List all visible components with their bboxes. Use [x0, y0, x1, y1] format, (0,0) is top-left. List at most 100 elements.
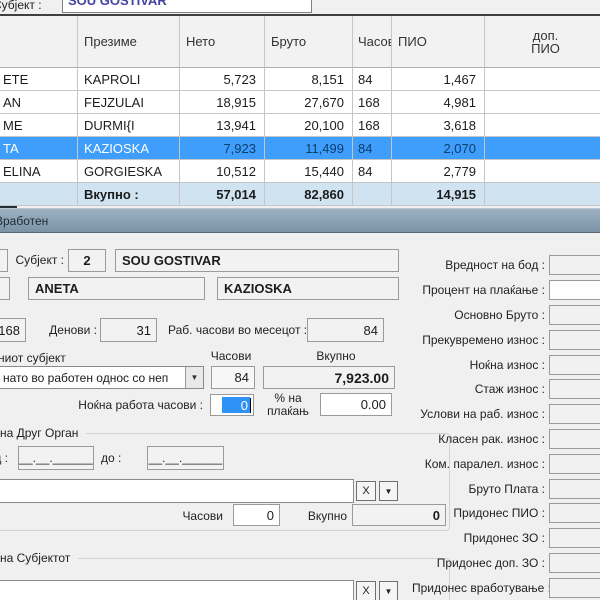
cut-field-left-1[interactable]	[0, 249, 8, 272]
total-pio: 14,915	[392, 183, 485, 206]
base-gross-field[interactable]	[549, 305, 600, 325]
cell-hours[interactable]: 84	[353, 68, 392, 91]
employment-relation-combobox[interactable]: нато во работен однос со неп ▼	[0, 366, 204, 389]
cell-bruto[interactable]: 15,440	[265, 160, 353, 183]
cell-neto[interactable]: 18,915	[180, 91, 265, 114]
cell-dop-pio[interactable]	[485, 91, 600, 114]
cell-bruto[interactable]: 8,151	[265, 68, 353, 91]
main-hours-field[interactable]: 84	[211, 366, 255, 389]
days-field[interactable]: 31	[100, 318, 157, 342]
total-neto: 57,014	[180, 183, 265, 206]
header-dop-pio[interactable]: доп. ПИО	[485, 16, 600, 68]
total-hours-field[interactable]: 168	[0, 318, 26, 342]
night-hours-input[interactable]: 0	[210, 394, 254, 416]
other-organ-combobox[interactable]	[0, 479, 354, 503]
cell-name[interactable]: ELINA	[0, 160, 78, 183]
subject-number-field[interactable]: 2	[68, 249, 106, 272]
last-name-field[interactable]: KAZIOSKA	[217, 277, 399, 300]
cell-surname[interactable]: FEJZULAI	[78, 91, 180, 114]
cell-neto[interactable]: 10,512	[180, 160, 265, 183]
table-row[interactable]: ETE KAPROLI 5,723 8,151 84 1,467	[0, 68, 600, 91]
clear-button-2[interactable]: X	[356, 581, 376, 600]
table-row[interactable]: ELINA GORGIESKA 10,512 15,440 84 2,779	[0, 160, 600, 183]
pct-field[interactable]: 0.00	[320, 393, 392, 416]
cell-surname[interactable]: DURMI{I	[78, 114, 180, 137]
parallel-amount-field[interactable]	[549, 454, 600, 474]
night-amount-field[interactable]	[549, 355, 600, 375]
employment-contribution-field[interactable]	[549, 578, 600, 598]
first-name-field[interactable]: ANETA	[28, 277, 205, 300]
dop-zo-contribution-field[interactable]	[549, 553, 600, 573]
chevron-down-icon[interactable]: ▼	[185, 367, 203, 388]
cell-dop-pio[interactable]	[485, 160, 600, 183]
subject-label: Субјект :	[8, 253, 64, 267]
seniority-amount-field[interactable]	[549, 379, 600, 399]
cell-dop-pio[interactable]	[485, 114, 600, 137]
cell-name[interactable]: ME	[0, 114, 78, 137]
header-dop-line2: ПИО	[531, 42, 560, 55]
panel-row: Вредност на бод :	[412, 253, 600, 278]
cell-dop-pio[interactable]	[485, 137, 600, 160]
table-row[interactable]: AN FEJZULAI 18,915 27,670 168 4,981	[0, 91, 600, 114]
cell-name[interactable]: ETE	[0, 68, 78, 91]
base-gross-label: Основно Бруто :	[412, 308, 545, 322]
cell-bruto[interactable]: 11,499	[265, 137, 353, 160]
table-total-row: Вкупно : 57,014 82,860 14,915	[0, 183, 600, 206]
cell-surname[interactable]: GORGIESKA	[78, 160, 180, 183]
employee-table: Презиме Нето Бруто Часов ПИО доп. ПИО ET…	[0, 16, 600, 206]
subject-name-field[interactable]: SOU GOSTIVAR	[115, 249, 399, 272]
gross-salary-field[interactable]	[549, 479, 600, 499]
subject-combobox[interactable]	[0, 580, 354, 600]
total-bruto: 82,860	[265, 183, 353, 206]
table-row-selected[interactable]: TA KAZIOSKA 7,923 11,499 84 2,070	[0, 137, 600, 160]
cell-surname[interactable]: KAPROLI	[78, 68, 180, 91]
header-bruto[interactable]: Бруто	[265, 16, 353, 68]
cell-hours[interactable]: 168	[353, 91, 392, 114]
header-pio[interactable]: ПИО	[392, 16, 485, 68]
other-hours-field[interactable]: 0	[233, 504, 280, 526]
cell-name[interactable]: TA	[0, 137, 78, 160]
top-subject-field[interactable]: SOU GOSTIVAR	[62, 0, 312, 13]
zo-contribution-field[interactable]	[549, 528, 600, 548]
cell-name[interactable]: AN	[0, 91, 78, 114]
class-mgmt-amount-field[interactable]	[549, 429, 600, 449]
point-value-field[interactable]	[549, 255, 600, 275]
work-conditions-amount-field[interactable]	[549, 404, 600, 424]
cell-dop-pio[interactable]	[485, 68, 600, 91]
table-row[interactable]: ME DURMI{I 13,941 20,100 168 3,618	[0, 114, 600, 137]
header-hours[interactable]: Часов	[353, 16, 392, 68]
month-hours-field[interactable]: 84	[307, 318, 384, 342]
cell-bruto[interactable]: 27,670	[265, 91, 353, 114]
dropdown-button[interactable]: ▼	[379, 481, 398, 501]
cell-neto[interactable]: 13,941	[180, 114, 265, 137]
header-neto[interactable]: Нето	[180, 16, 265, 68]
pio-contribution-field[interactable]	[549, 503, 600, 523]
cell-hours[interactable]: 84	[353, 160, 392, 183]
dropdown-button-2[interactable]: ▼	[379, 581, 398, 600]
header-name[interactable]	[0, 16, 78, 68]
cell-surname[interactable]: KAZIOSKA	[78, 137, 180, 160]
total-dop-pio	[485, 183, 600, 206]
cell-bruto[interactable]: 20,100	[265, 114, 353, 137]
header-surname[interactable]: Презиме	[78, 16, 180, 68]
cell-pio[interactable]: 4,981	[392, 91, 485, 114]
days-label: Денови :	[40, 323, 97, 337]
overtime-amount-field[interactable]	[549, 330, 600, 350]
panel-row: Услови на раб. износ :	[412, 402, 600, 427]
cell-pio[interactable]: 1,467	[392, 68, 485, 91]
cell-hours[interactable]: 168	[353, 114, 392, 137]
main-total-field[interactable]: 7,923.00	[263, 366, 395, 389]
date-to-field[interactable]: __.__.______	[147, 446, 224, 470]
cell-pio[interactable]: 2,779	[392, 160, 485, 183]
payment-percent-field[interactable]	[549, 280, 600, 300]
cell-pio[interactable]: 3,618	[392, 114, 485, 137]
cut-field-left-2[interactable]	[0, 277, 10, 300]
cell-pio[interactable]: 2,070	[392, 137, 485, 160]
clear-button[interactable]: X	[356, 481, 376, 501]
dop-zo-contribution-label: Придонес доп. ЗО :	[412, 556, 545, 570]
cell-neto[interactable]: 5,723	[180, 68, 265, 91]
cell-hours[interactable]: 84	[353, 137, 392, 160]
panel-row: Ноќна износ :	[412, 352, 600, 377]
cell-neto[interactable]: 7,923	[180, 137, 265, 160]
date-from-field[interactable]: __.__.______	[18, 446, 94, 470]
